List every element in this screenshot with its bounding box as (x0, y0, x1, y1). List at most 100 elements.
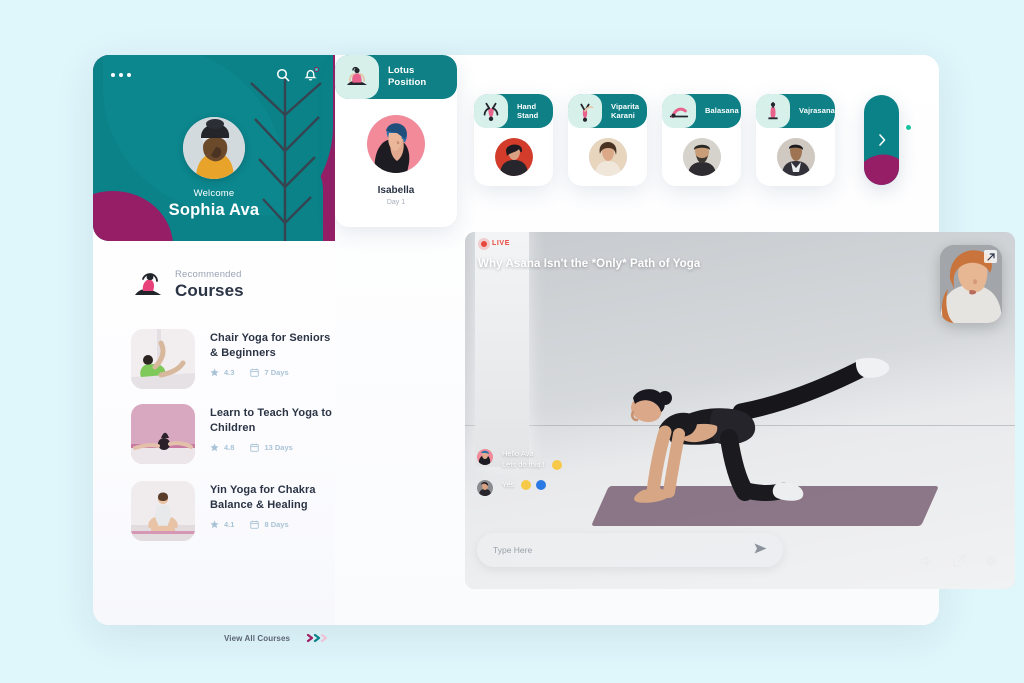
pose-name: Hand Stand (517, 101, 539, 120)
send-icon[interactable] (754, 541, 767, 559)
minimize-icon[interactable] (984, 250, 997, 263)
avatar (477, 480, 493, 496)
pose-card-balasana[interactable]: Balasana Harry Day 4 (662, 94, 741, 186)
course-thumbnail (131, 481, 195, 541)
pose-name: Balasana (705, 106, 739, 116)
pose-person-name: Erma (568, 184, 647, 186)
lotus-pose-icon (335, 55, 379, 99)
chat-message: Yes (477, 480, 562, 496)
profile-hero: Welcome Sophia Ava (93, 55, 335, 241)
chat-text: Yes (502, 480, 547, 491)
pose-person-name: George (756, 184, 835, 186)
yoga-pose-icon (135, 273, 161, 295)
pose-card-featured[interactable]: Lotus Position Isabella Day 1 (335, 55, 457, 227)
avatar (494, 138, 533, 176)
list-item[interactable]: Learn to Teach Yoga to Children 4.8 13 D… (131, 404, 332, 466)
calendar-icon (250, 368, 260, 377)
course-meta: 4.3 7 Days (210, 368, 335, 377)
chat-text: Hello Ava Lets do this ! (502, 449, 562, 471)
course-duration: 13 Days (264, 443, 293, 453)
chat-message: Hello Ava Lets do this ! (477, 449, 562, 471)
pose-person-name: Annesley (474, 184, 553, 186)
view-all-courses-button[interactable]: View All Courses (224, 633, 328, 643)
chat-input[interactable] (493, 545, 754, 555)
thumbs-up-emoji (536, 480, 547, 491)
calendar-icon (250, 443, 260, 452)
hero-toolbar (93, 55, 335, 95)
self-view-pip[interactable] (940, 245, 1002, 323)
pose-day: Day 1 (386, 199, 406, 206)
avatar (776, 138, 815, 176)
bell-icon[interactable] (304, 67, 319, 82)
page-title: Sophia Ava (168, 201, 260, 219)
course-title: Yin Yoga for Chakra Balance & Healing (210, 484, 316, 511)
course-rating: 4.8 (224, 443, 235, 453)
recommended-kicker: Recommended (175, 269, 242, 280)
course-duration: 7 Days (264, 368, 289, 378)
pose-card-header: Viparita Karani (568, 94, 647, 128)
course-meta: 4.8 13 Days (210, 443, 335, 452)
calendar-icon (250, 520, 260, 529)
live-label: LIVE (492, 240, 510, 247)
fullscreen-button[interactable] (953, 555, 965, 567)
sunglasses-emoji (551, 460, 562, 471)
handstand-pose-icon (474, 94, 508, 128)
pose-person-name: Harry (662, 184, 741, 186)
live-video-player[interactable]: LIVE Why Asana Isn't the *Only* Path of … (465, 232, 1015, 589)
avatar (588, 138, 627, 176)
pose-name: Vajrasana (799, 106, 835, 116)
pose-card-header: Balasana (662, 94, 741, 128)
avatar (477, 449, 493, 466)
pose-card-hand-stand[interactable]: Hand Stand Annesley Day 2 (474, 94, 553, 186)
main-panel: Lotus Position Isabella Day 1 Hand Stand… (335, 55, 1015, 625)
carousel-next-button[interactable] (864, 95, 899, 185)
heart-eyes-emoji (521, 480, 532, 491)
emoji-group (521, 480, 547, 491)
pose-card-viparita-karani[interactable]: Viparita Karani Erma Day 3 (568, 94, 647, 186)
vajrasana-pose-icon (756, 94, 790, 128)
pose-name: Viparita Karani (611, 101, 640, 120)
app-window: Welcome Sophia Ava Recommended Courses C… (93, 55, 1015, 643)
view-all-label: View All Courses (224, 633, 291, 643)
course-title: Chair Yoga for Seniors & Beginners (210, 332, 331, 359)
online-status-dot (904, 123, 913, 132)
welcome-label: Welcome (193, 188, 235, 199)
settings-button[interactable] (985, 555, 997, 567)
emoji-group (551, 460, 562, 471)
chevron-right-icon (878, 134, 885, 146)
star-icon (210, 368, 219, 377)
star-icon (210, 443, 219, 452)
more-horizontal-icon[interactable] (111, 73, 131, 77)
sidebar: Welcome Sophia Ava Recommended Courses C… (93, 55, 335, 643)
viparita-karani-pose-icon (568, 94, 602, 128)
status-badge: LIVE (481, 240, 510, 247)
chat-composer[interactable] (477, 533, 783, 567)
star-icon (210, 520, 219, 529)
pose-card-header: Hand Stand (474, 94, 553, 128)
recommended-title: Courses (175, 281, 244, 300)
pose-card-vajrasana[interactable]: Vajrasana George Day 5 (756, 94, 835, 186)
magenta-accent-decoration (864, 149, 899, 185)
pose-card-header: Vajrasana (756, 94, 835, 128)
live-indicator-dot (481, 240, 487, 247)
avatar[interactable] (183, 117, 245, 179)
video-title: Why Asana Isn't the *Only* Path of Yoga (478, 258, 701, 270)
chat-overlay: Hello Ava Lets do this ! Yes (477, 449, 562, 505)
avatar (367, 115, 425, 173)
video-controls (920, 555, 997, 567)
instructor-figure (630, 358, 890, 503)
course-title: Learn to Teach Yoga to Children (210, 407, 332, 434)
list-item[interactable]: Yin Yoga for Chakra Balance & Healing 4.… (131, 481, 331, 543)
list-item[interactable]: Chair Yoga for Seniors & Beginners 4.3 7… (131, 329, 331, 391)
notification-dot (314, 67, 319, 72)
course-rating: 4.3 (224, 368, 235, 378)
course-duration: 8 Days (264, 520, 289, 530)
course-thumbnail (131, 329, 195, 389)
pose-person-name: Isabella (377, 185, 415, 196)
double-chevron-right-icon (306, 633, 328, 643)
balasana-pose-icon (662, 94, 696, 128)
pose-card-header: Lotus Position (335, 55, 457, 99)
search-icon[interactable] (276, 68, 290, 82)
volume-button[interactable] (920, 555, 933, 567)
course-thumbnail (131, 404, 195, 464)
